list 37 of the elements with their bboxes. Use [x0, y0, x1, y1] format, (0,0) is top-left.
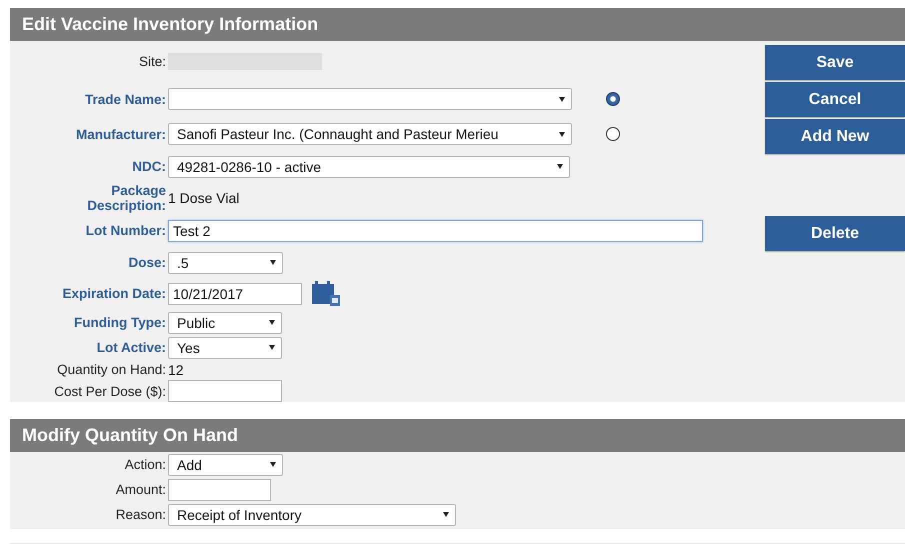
field-label: Cost Per Dose ($):: [53, 384, 166, 398]
field-label: Site:: [138, 54, 166, 68]
section-header: Modify Quantity On Hand: [10, 419, 905, 452]
action-button[interactable]: Cancel: [765, 82, 905, 117]
field-label: Funding Type:: [73, 315, 166, 330]
field-label: Lot Active:: [96, 340, 166, 355]
input-field[interactable]: Test 2: [168, 220, 703, 242]
field-label: Action:: [124, 457, 166, 472]
field-label: Trade Name:: [84, 92, 166, 106]
action-button[interactable]: Add New: [765, 119, 905, 154]
action-button[interactable]: Delete: [765, 216, 905, 251]
dropdown[interactable]: 49281-0286-10 - active: [168, 156, 570, 178]
section-header: Edit Vaccine Inventory Information: [10, 8, 905, 41]
field-label: Expiration Date:: [61, 286, 166, 301]
calendar-icon[interactable]: [311, 280, 341, 307]
date-field[interactable]: 10/21/2017: [168, 282, 302, 304]
field-label: Package Description:: [86, 183, 166, 213]
dropdown[interactable]: Add: [168, 454, 283, 476]
dropdown[interactable]: Public: [168, 312, 282, 334]
radio-button[interactable]: [606, 127, 620, 141]
field-label: Dose:: [127, 255, 166, 270]
dropdown[interactable]: Yes: [168, 336, 282, 358]
field-label: Quantity on Hand:: [56, 362, 166, 377]
field-value: 12: [168, 362, 184, 378]
field-label: Amount:: [114, 482, 166, 497]
radio-button[interactable]: [606, 92, 620, 106]
field-label: Reason:: [114, 507, 166, 522]
dropdown[interactable]: Sanofi Pasteur Inc. (Connaught and Pasteur Merieu: [168, 123, 572, 145]
field-label: NDC:: [131, 159, 166, 174]
field-value: 1 Dose Vial: [168, 190, 240, 206]
field-label: Manufacturer:: [74, 126, 166, 142]
field-label: Lot Number:: [84, 223, 166, 238]
input-field[interactable]: [168, 478, 271, 500]
dropdown[interactable]: Receipt of Inventory: [168, 504, 456, 526]
dropdown[interactable]: .5: [168, 252, 283, 274]
action-button[interactable]: Save: [765, 45, 905, 80]
input-field[interactable]: [168, 380, 282, 402]
